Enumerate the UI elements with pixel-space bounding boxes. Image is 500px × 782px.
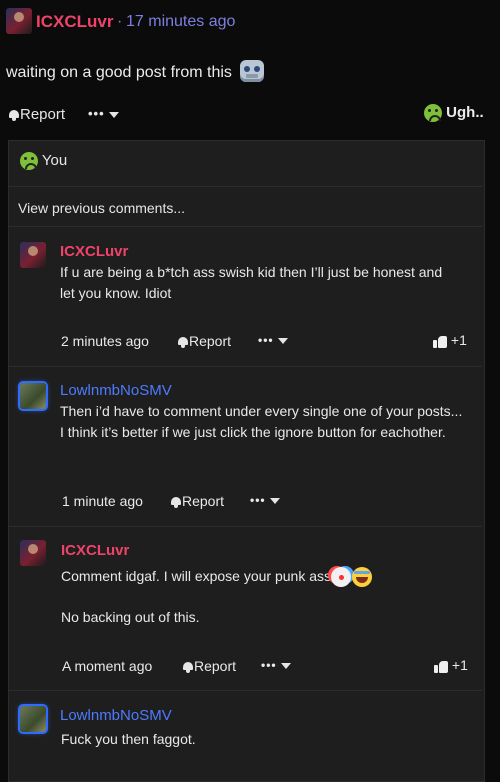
comment-time[interactable]: 2 minutes ago: [61, 333, 149, 349]
comment-author[interactable]: ICXCLuvr: [61, 542, 129, 559]
view-previous-comments-link[interactable]: View previous comments...: [18, 200, 185, 216]
clown-face-icon: [331, 567, 352, 588]
chevron-down-icon: [108, 111, 119, 118]
bell-icon: [182, 661, 194, 674]
like-button[interactable]: +1: [434, 657, 468, 674]
bell-icon: [170, 496, 182, 509]
laughing-face-icon: [352, 567, 373, 588]
bell-icon: [177, 336, 189, 349]
like-button[interactable]: +1: [433, 332, 467, 349]
post-author[interactable]: ICXCLuvr: [36, 12, 113, 32]
comment-time[interactable]: A moment ago: [62, 658, 152, 674]
report-button[interactable]: Report: [170, 493, 224, 509]
comment-text: Fuck you then faggot.: [61, 731, 196, 747]
bell-icon: [8, 109, 20, 122]
sick-face-icon: [20, 152, 38, 171]
post-time[interactable]: 17 minutes ago: [126, 13, 235, 31]
comment-text: No backing out of this.: [61, 609, 200, 625]
more-menu[interactable]: •••: [258, 333, 288, 347]
more-menu[interactable]: •••: [250, 493, 280, 507]
reaction-summary[interactable]: You: [20, 152, 67, 171]
thumbs-up-icon: [433, 334, 447, 349]
thumbs-up-icon: [434, 659, 448, 674]
sick-face-icon: [424, 104, 442, 123]
avatar[interactable]: [20, 383, 46, 409]
avatar[interactable]: [20, 706, 46, 732]
robot-face-icon: [240, 60, 265, 82]
post-more-menu[interactable]: •••: [88, 106, 119, 121]
comment-time[interactable]: 1 minute ago: [62, 493, 143, 509]
report-button[interactable]: Report: [182, 658, 236, 674]
comment-text-line: Comment idgaf. I will expose your punk a…: [61, 566, 373, 588]
report-button[interactable]: Report: [177, 333, 231, 349]
comment-author[interactable]: ICXCLuvr: [60, 243, 128, 260]
more-menu[interactable]: •••: [261, 658, 291, 672]
time-separator: ·: [117, 13, 123, 30]
avatar[interactable]: [20, 540, 46, 566]
post-body-text: waiting on a good post from this: [6, 64, 232, 82]
comment-text: If u are being a b*tch ass swish kid the…: [60, 264, 443, 301]
comments-panel: [8, 140, 485, 782]
chevron-down-icon: [277, 337, 288, 344]
avatar[interactable]: [6, 8, 32, 34]
comment-author[interactable]: LowlnmbNoSMV: [60, 382, 172, 399]
post-body: waiting on a good post from this: [6, 60, 265, 84]
chevron-down-icon: [269, 497, 280, 504]
post-report-button[interactable]: Report: [8, 106, 65, 123]
comment-text: Then i’d have to comment under every sin…: [60, 403, 463, 440]
comment-author[interactable]: LowlnmbNoSMV: [60, 707, 172, 724]
avatar[interactable]: [20, 242, 46, 268]
chevron-down-icon: [280, 662, 291, 669]
reaction-button[interactable]: Ugh..: [424, 104, 484, 123]
